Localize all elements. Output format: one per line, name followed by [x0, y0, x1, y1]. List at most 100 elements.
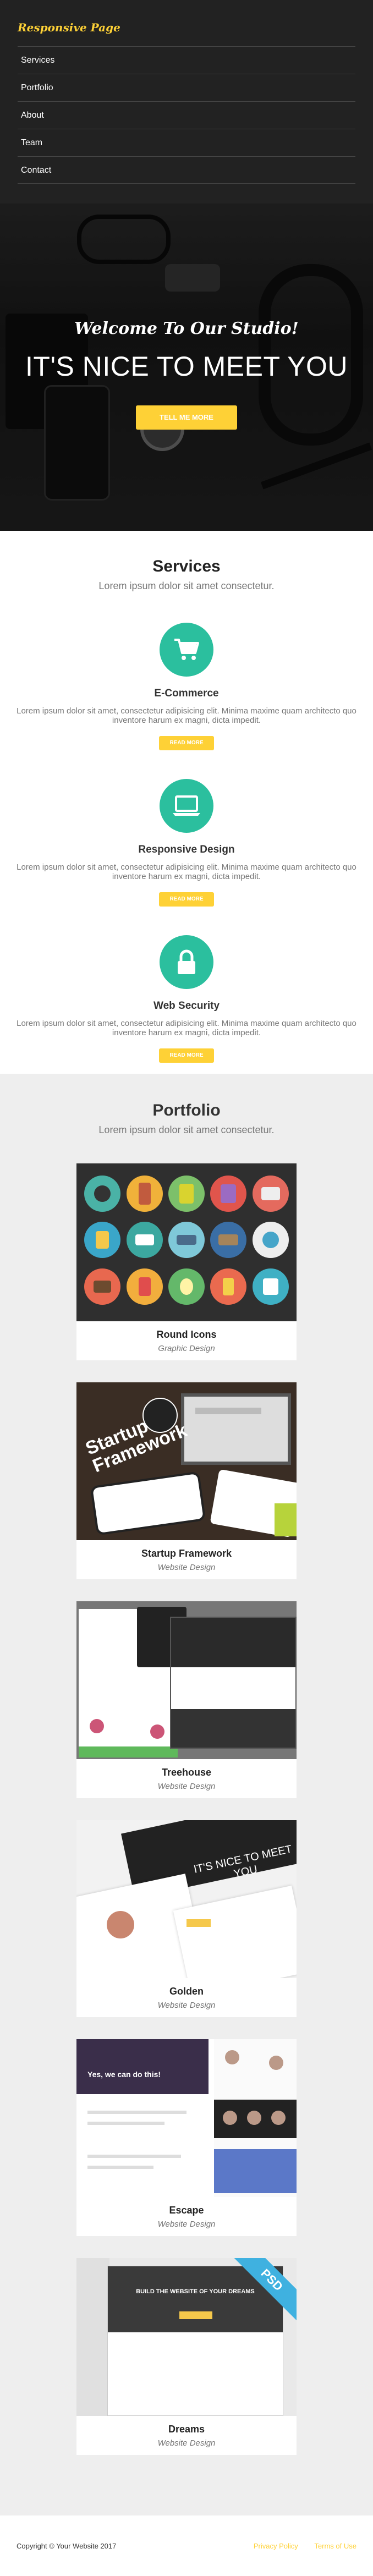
bowling-icon	[252, 1268, 289, 1305]
thumbnail-page	[170, 1617, 297, 1749]
hero-lead-text: Welcome To Our Studio!	[74, 319, 299, 338]
portfolio-item-name: Dreams	[168, 2424, 205, 2435]
thumbnail-band	[214, 2100, 297, 2138]
service-description: Lorem ipsum dolor sit amet, consectetur …	[17, 1019, 356, 1037]
thumbnail-avatar	[225, 2050, 239, 2064]
copyright-text: Copyright © Your Website 2017	[17, 2541, 117, 2550]
navbar: Responsive Page Services Portfolio About…	[0, 0, 373, 204]
thumbnail-phone	[90, 1471, 206, 1536]
thumbnail-button	[186, 1919, 211, 1927]
portfolio-item-name: Treehouse	[161, 1767, 212, 1778]
terms-of-use-link[interactable]: Terms of Use	[314, 2542, 356, 2550]
nav-item-contact[interactable]: Contact	[18, 156, 355, 184]
thumbnail-laptop	[181, 1393, 291, 1465]
thumbnail-footer	[171, 1709, 295, 1748]
briefcase-icon	[84, 1268, 121, 1305]
portfolio-item-name: Escape	[169, 2205, 204, 2216]
portfolio-item-category: Website Design	[157, 1563, 216, 1572]
portfolio-item-name: Golden	[169, 1986, 204, 1997]
portfolio-thumbnail: Yes, we can do this!	[76, 2039, 297, 2197]
nav-item-about[interactable]: About	[18, 101, 355, 129]
thumbnail-avatar	[150, 1724, 164, 1739]
portfolio-subtitle: Lorem ipsum dolor sit amet consectetur.	[98, 1124, 275, 1135]
service-icon-circle	[160, 935, 213, 989]
tablet-icon	[252, 1176, 289, 1212]
portfolio-item-category: Graphic Design	[158, 1344, 215, 1353]
portfolio-item-name: Startup Framework	[141, 1548, 232, 1559]
tell-me-more-button[interactable]: TELL ME MORE	[136, 405, 237, 430]
service-title: E-Commerce	[154, 688, 219, 699]
service-ecommerce: E-Commerce Lorem ipsum dolor sit amet, c…	[0, 623, 373, 750]
portfolio-section: Portfolio Lorem ipsum dolor sit amet con…	[0, 1074, 373, 2515]
footer: Copyright © Your Website 2017 Privacy Po…	[0, 2515, 373, 2576]
thumbnail-text-line	[87, 2111, 186, 2114]
portfolio-item-dreams[interactable]: BUILD THE WEBSITE OF YOUR DREAMS PSD Dre…	[76, 2258, 297, 2455]
portfolio-item-treehouse[interactable]: Treehouse Website Design	[76, 1601, 297, 1798]
beer-icon	[210, 1268, 247, 1305]
service-title: Web Security	[153, 1000, 220, 1012]
portfolio-item-startup-framework[interactable]: Startup Framework Startup Framework Webs…	[76, 1382, 297, 1579]
astronaut-icon	[210, 1176, 247, 1212]
portfolio-item-round-icons[interactable]: Round Icons Graphic Design	[76, 1163, 297, 1360]
service-description: Lorem ipsum dolor sit amet, consectetur …	[17, 706, 356, 725]
thumbnail-header	[171, 1618, 295, 1667]
portfolio-item-name: Round Icons	[156, 1329, 217, 1340]
portfolio-item-escape[interactable]: Yes, we can do this! Escape Website Desi…	[76, 2039, 297, 2236]
thumbnail-button	[179, 2311, 212, 2319]
portfolio-caption: Golden Website Design	[76, 1978, 297, 2017]
laptop-icon	[173, 795, 200, 816]
portfolio-caption: Dreams Website Design	[76, 2416, 297, 2455]
portfolio-item-category: Website Design	[157, 1782, 216, 1791]
read-more-button[interactable]: READ MORE	[159, 892, 214, 907]
services-section: Services Lorem ipsum dolor sit amet cons…	[0, 531, 373, 1074]
service-responsive-design: Responsive Design Lorem ipsum dolor sit …	[0, 779, 373, 907]
desk-icon	[210, 1222, 247, 1259]
portfolio-item-category: Website Design	[157, 2001, 216, 2010]
service-title: Responsive Design	[138, 844, 235, 855]
thumbnail-page	[173, 1885, 297, 1978]
service-web-security: Web Security Lorem ipsum dolor sit amet,…	[0, 935, 373, 1063]
hero-section: Welcome To Our Studio! IT'S NICE TO MEET…	[0, 204, 373, 531]
portfolio-title: Portfolio	[152, 1101, 221, 1119]
portfolio-thumbnail: IT'S NICE TO MEET YOU	[76, 1820, 297, 1978]
portfolio-thumbnail	[76, 1163, 297, 1321]
thumbnail-avatar	[247, 2111, 261, 2125]
portfolio-thumbnail: BUILD THE WEBSITE OF YOUR DREAMS PSD	[76, 2258, 297, 2416]
lightbulb-icon	[168, 1268, 205, 1305]
pens-icon	[126, 1268, 163, 1305]
bridge-icon	[168, 1222, 205, 1259]
thumbnail-avatar	[90, 1719, 104, 1733]
services-subtitle: Lorem ipsum dolor sit amet consectetur.	[98, 580, 275, 591]
nav-item-team[interactable]: Team	[18, 129, 355, 156]
thumbnail-header: Yes, we can do this!	[76, 2039, 209, 2094]
thumbnail-heading: Yes, we can do this!	[87, 2070, 161, 2079]
services-title: Services	[152, 557, 221, 575]
thumbnail-heading: BUILD THE WEBSITE OF YOUR DREAMS	[136, 2288, 255, 2295]
read-more-button[interactable]: READ MORE	[159, 1048, 214, 1063]
brand-logo[interactable]: Responsive Page	[18, 0, 355, 46]
portfolio-item-category: Website Design	[157, 2220, 216, 2229]
lock-icon	[178, 949, 195, 974]
service-icon-circle	[160, 623, 213, 677]
thumbnail-page: BUILD THE WEBSITE OF YOUR DREAMS	[107, 2266, 283, 2416]
thumbnail-title: Startup Framework	[83, 1415, 190, 1477]
portfolio-caption: Escape Website Design	[76, 2197, 297, 2236]
portfolio-item-golden[interactable]: IT'S NICE TO MEET YOU Golden Website Des…	[76, 1820, 297, 2017]
cook-icon	[168, 1176, 205, 1212]
thumbnail-avatar	[107, 1911, 134, 1938]
thumbnail-shadow	[76, 2258, 109, 2416]
nav-item-portfolio[interactable]: Portfolio	[18, 74, 355, 101]
thumbnail-text-line	[87, 2155, 181, 2158]
thumbnail-avatar	[271, 2111, 286, 2125]
service-description: Lorem ipsum dolor sit amet, consectetur …	[17, 863, 356, 881]
nav-item-services[interactable]: Services	[18, 46, 355, 74]
portfolio-item-category: Website Design	[157, 2438, 216, 2448]
bomb-icon	[84, 1176, 121, 1212]
thumbnail-text-line	[87, 2122, 164, 2125]
portfolio-thumbnail: Startup Framework	[76, 1382, 297, 1540]
privacy-policy-link[interactable]: Privacy Policy	[254, 2542, 298, 2550]
thumbnail-avatar	[223, 2111, 237, 2125]
gear-icon	[252, 1222, 289, 1259]
read-more-button[interactable]: READ MORE	[159, 736, 214, 750]
portfolio-caption: Round Icons Graphic Design	[76, 1321, 297, 1360]
